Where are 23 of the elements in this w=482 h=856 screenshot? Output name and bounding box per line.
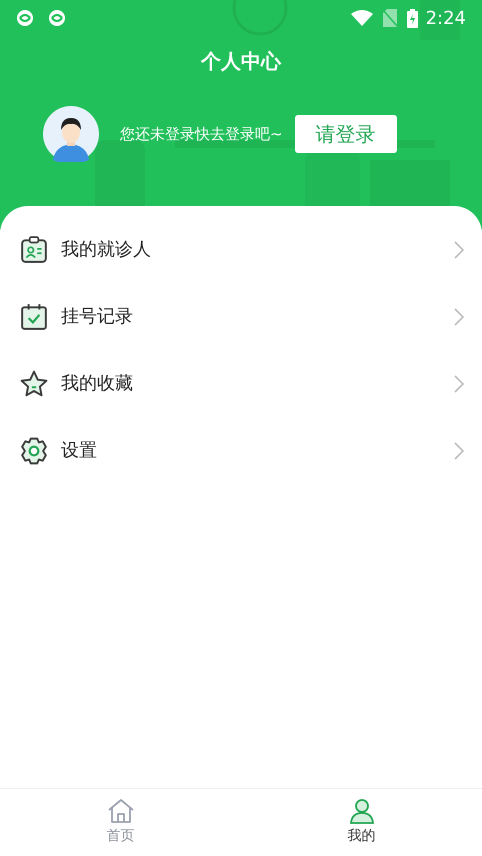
- tab[interactable]: 我的: [241, 789, 482, 856]
- person-icon: [348, 798, 376, 824]
- home-icon: [106, 798, 134, 824]
- id-card-icon: [20, 236, 48, 264]
- chevron-right-icon: [454, 442, 464, 460]
- chevron-right-icon: [454, 374, 464, 392]
- chevron-right-icon: [454, 308, 464, 326]
- chevron-right-icon: [454, 240, 464, 258]
- login-prompt: 您还未登录快去登录吧~: [120, 124, 283, 145]
- menu-item[interactable]: 挂号记录: [0, 283, 482, 350]
- avatar: [43, 106, 99, 162]
- page-title: 个人中心: [201, 48, 281, 75]
- no-sim-icon: [382, 9, 397, 27]
- clock-time: 2:24: [426, 6, 466, 30]
- calendar-check-icon: [20, 302, 48, 330]
- menu-item[interactable]: 我的收藏: [0, 350, 482, 417]
- app-icon: [48, 9, 66, 27]
- star-icon: [20, 370, 48, 398]
- menu-item[interactable]: 我的就诊人: [0, 216, 482, 283]
- settings-icon: [20, 436, 48, 464]
- menu-item[interactable]: 设置: [0, 417, 482, 484]
- wifi-icon: [350, 10, 373, 26]
- app-icon: [16, 9, 34, 27]
